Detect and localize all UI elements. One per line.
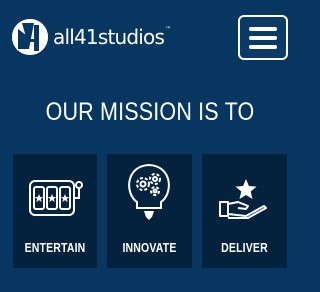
brand-name: all41studios™ <box>53 25 171 49</box>
hand-star-icon <box>219 179 267 219</box>
brand-logo[interactable]: all41studios™ <box>12 17 171 57</box>
mission-card-innovate[interactable]: INNOVATE <box>107 154 192 268</box>
mission-card-deliver[interactable]: DELIVER <box>202 154 287 268</box>
all41-logo-mark-icon <box>12 19 48 55</box>
slot-machine-icon <box>29 180 83 216</box>
gears-lightbulb-icon <box>128 163 170 220</box>
hamburger-icon <box>249 35 277 40</box>
card-label: ENTERTAIN <box>24 241 86 255</box>
hamburger-icon <box>249 44 277 49</box>
site-header: all41studios™ <box>0 0 300 76</box>
mission-heading: OUR MISSION IS TO <box>45 98 255 126</box>
hamburger-icon <box>249 26 277 31</box>
mission-card-entertain[interactable]: ENTERTAIN <box>13 154 97 268</box>
card-label: DELIVER <box>221 241 268 255</box>
menu-button[interactable] <box>238 15 288 60</box>
card-label: INNOVATE <box>122 241 177 255</box>
